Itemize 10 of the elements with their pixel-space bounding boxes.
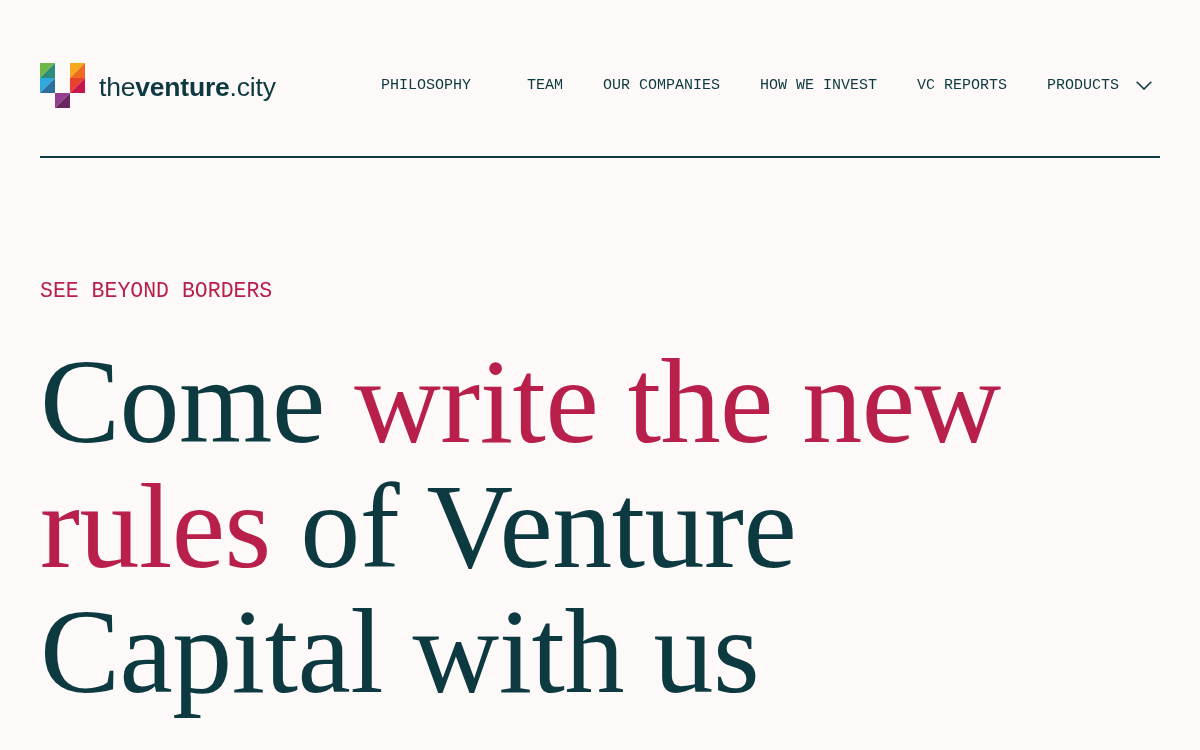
logo-wordmark[interactable]: theventure.city <box>99 74 276 101</box>
nav-link[interactable]: HOW WE INVEST <box>759 75 877 96</box>
mosaic-logo-icon <box>40 63 85 108</box>
nav-link[interactable]: VC REPORTS <box>916 75 1007 96</box>
nav-link[interactable]: PHILOSOPHY <box>380 75 471 96</box>
nav-dropdown[interactable]: PRODUCTS <box>1047 75 1152 96</box>
hero-eyebrow: SEE BEYOND BORDERS <box>40 279 274 305</box>
chevron-down-icon <box>1136 81 1152 90</box>
nav-link[interactable]: TEAM <box>526 75 563 96</box>
nav-link[interactable]: OUR COMPANIES <box>602 75 720 96</box>
